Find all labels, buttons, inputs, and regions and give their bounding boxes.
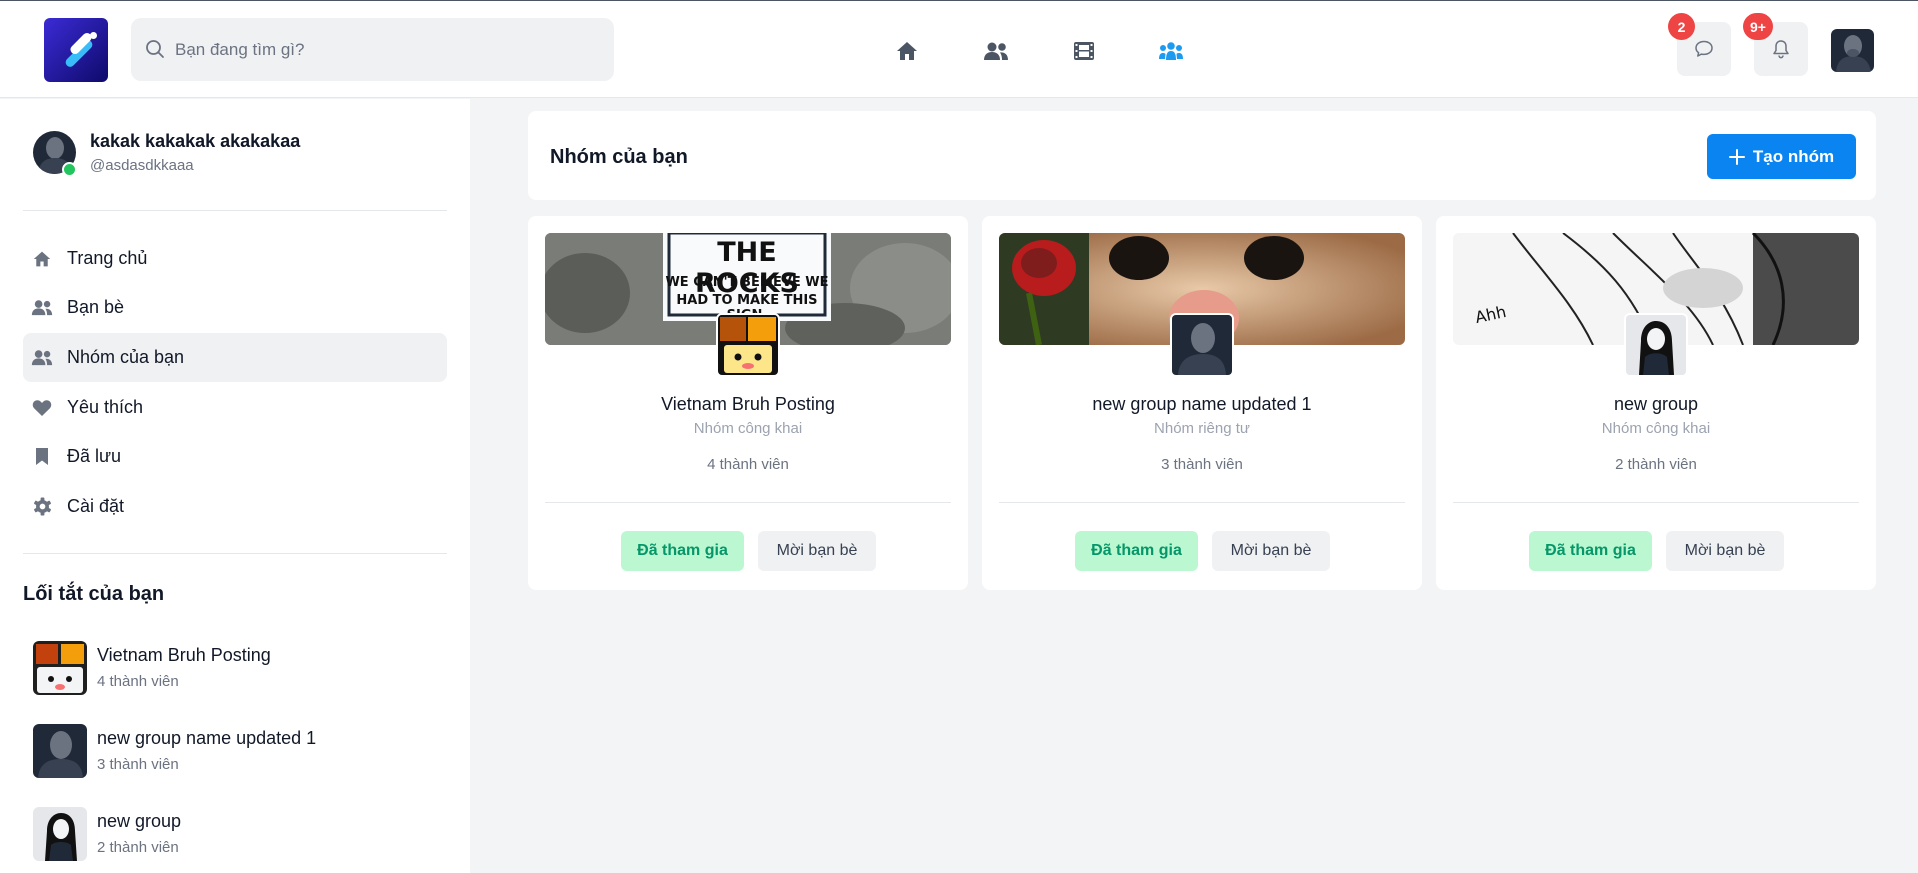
nav-home-icon[interactable]: [893, 37, 921, 65]
sidebar-item-friends[interactable]: Bạn bè: [23, 283, 447, 332]
online-status-dot: [62, 162, 77, 177]
sidebar-item-favorites[interactable]: Yêu thích: [23, 383, 447, 432]
sidebar-item-saved[interactable]: Đã lưu: [23, 432, 447, 481]
shortcut-count: 2 thành viên: [97, 839, 179, 856]
home-icon: [31, 248, 53, 270]
heart-icon: [31, 397, 53, 419]
divider: [23, 553, 447, 554]
group-name[interactable]: Vietnam Bruh Posting: [528, 394, 968, 415]
sidebar-item-label: Cài đặt: [67, 496, 125, 516]
shortcut-name: new group name updated 1: [97, 728, 317, 748]
shortcut-count: 3 thành viên: [97, 756, 179, 773]
divider: [1453, 502, 1859, 503]
group-privacy: Nhóm riêng tư: [1154, 420, 1250, 437]
group-thumbnail: [33, 641, 87, 695]
group-thumbnail: [33, 724, 87, 778]
messages-badge: 2: [1668, 13, 1695, 40]
groups-header: Nhóm của bạn Tạo nhóm: [528, 111, 1876, 200]
shortcut-count: 4 thành viên: [97, 673, 179, 690]
group-card[interactable]: THE ROCKS WE CAN'T BELIEVE WE HAD TO MAK…: [528, 216, 968, 590]
group-member-count: 3 thành viên: [1161, 456, 1243, 473]
gear-icon: [31, 496, 53, 518]
shortcut-item[interactable]: new group 2 thành viên: [33, 807, 453, 863]
divider: [23, 210, 447, 211]
group-thumbnail: [33, 807, 87, 861]
sidebar-item-label: Bạn bè: [67, 297, 125, 317]
group-card[interactable]: Ahh new group Nhóm công khai 2 thành viê…: [1436, 216, 1876, 590]
shortcut-name: new group: [97, 811, 182, 831]
plus-icon: [1728, 148, 1745, 165]
sidebar-item-label: Nhóm của bạn: [67, 347, 185, 367]
shortcut-item[interactable]: Vietnam Bruh Posting 4 thành viên: [33, 641, 453, 697]
cover-sign-text: WE CAN'T BELIEVE WE: [665, 275, 829, 290]
create-group-label: Tạo nhóm: [1752, 146, 1835, 166]
bell-icon: [1773, 40, 1789, 59]
invite-friends-button[interactable]: Mời bạn bè: [1666, 531, 1784, 571]
shortcuts-title: Lối tắt của bạn: [23, 583, 165, 605]
chat-icon: [1695, 40, 1713, 57]
sidebar-item-label: Trang chủ: [67, 248, 148, 268]
search-box: [131, 18, 614, 81]
user-avatar[interactable]: [1831, 29, 1874, 72]
top-bar: 2 9+: [0, 0, 1918, 98]
shortcut-item[interactable]: new group name updated 1 3 thành viên: [33, 724, 453, 780]
nav-friends-icon[interactable]: [982, 37, 1010, 65]
group-avatar: [1170, 313, 1234, 377]
divider: [545, 502, 951, 503]
group-name[interactable]: new group: [1436, 394, 1876, 415]
profile-name[interactable]: kakak kakakak akakakaa: [90, 131, 300, 152]
sidebar-item-home[interactable]: Trang chủ: [23, 234, 447, 283]
sidebar-item-settings[interactable]: Cài đặt: [23, 482, 447, 531]
sidebar: kakak kakakak akakakaa @asdasdkkaaa Tran…: [0, 99, 470, 873]
group-privacy: Nhóm công khai: [693, 420, 803, 437]
joined-button[interactable]: Đã tham gia: [621, 531, 744, 571]
sidebar-item-label: Đã lưu: [67, 446, 122, 466]
create-group-button[interactable]: Tạo nhóm: [1707, 134, 1856, 179]
group-privacy: Nhóm công khai: [1601, 420, 1711, 437]
joined-button[interactable]: Đã tham gia: [1075, 531, 1198, 571]
invite-friends-button[interactable]: Mời bạn bè: [758, 531, 876, 571]
nav-video-icon[interactable]: [1070, 37, 1098, 65]
group-card[interactable]: new group name updated 1 Nhóm riêng tư 3…: [982, 216, 1422, 590]
nav-groups-icon[interactable]: [1157, 37, 1185, 65]
sidebar-item-groups[interactable]: Nhóm của bạn: [23, 333, 447, 382]
app-logo[interactable]: [44, 18, 108, 82]
bookmark-icon: [31, 446, 53, 468]
joined-button[interactable]: Đã tham gia: [1529, 531, 1652, 571]
invite-friends-button[interactable]: Mời bạn bè: [1212, 531, 1330, 571]
search-input[interactable]: [175, 18, 595, 81]
groups-icon: [31, 347, 53, 369]
notifications-badge: 9+: [1743, 13, 1773, 40]
group-avatar: [1624, 313, 1688, 377]
sidebar-item-label: Yêu thích: [67, 397, 144, 417]
group-avatar: [716, 313, 780, 377]
friends-icon: [31, 297, 53, 319]
group-name[interactable]: new group name updated 1: [982, 394, 1422, 415]
group-member-count: 4 thành viên: [707, 456, 789, 473]
page-title: Nhóm của bạn: [550, 146, 688, 168]
search-icon: [146, 40, 164, 58]
group-member-count: 2 thành viên: [1615, 456, 1697, 473]
divider: [999, 502, 1405, 503]
profile-handle: @asdasdkkaaa: [90, 157, 194, 174]
shortcut-name: Vietnam Bruh Posting: [97, 645, 271, 665]
